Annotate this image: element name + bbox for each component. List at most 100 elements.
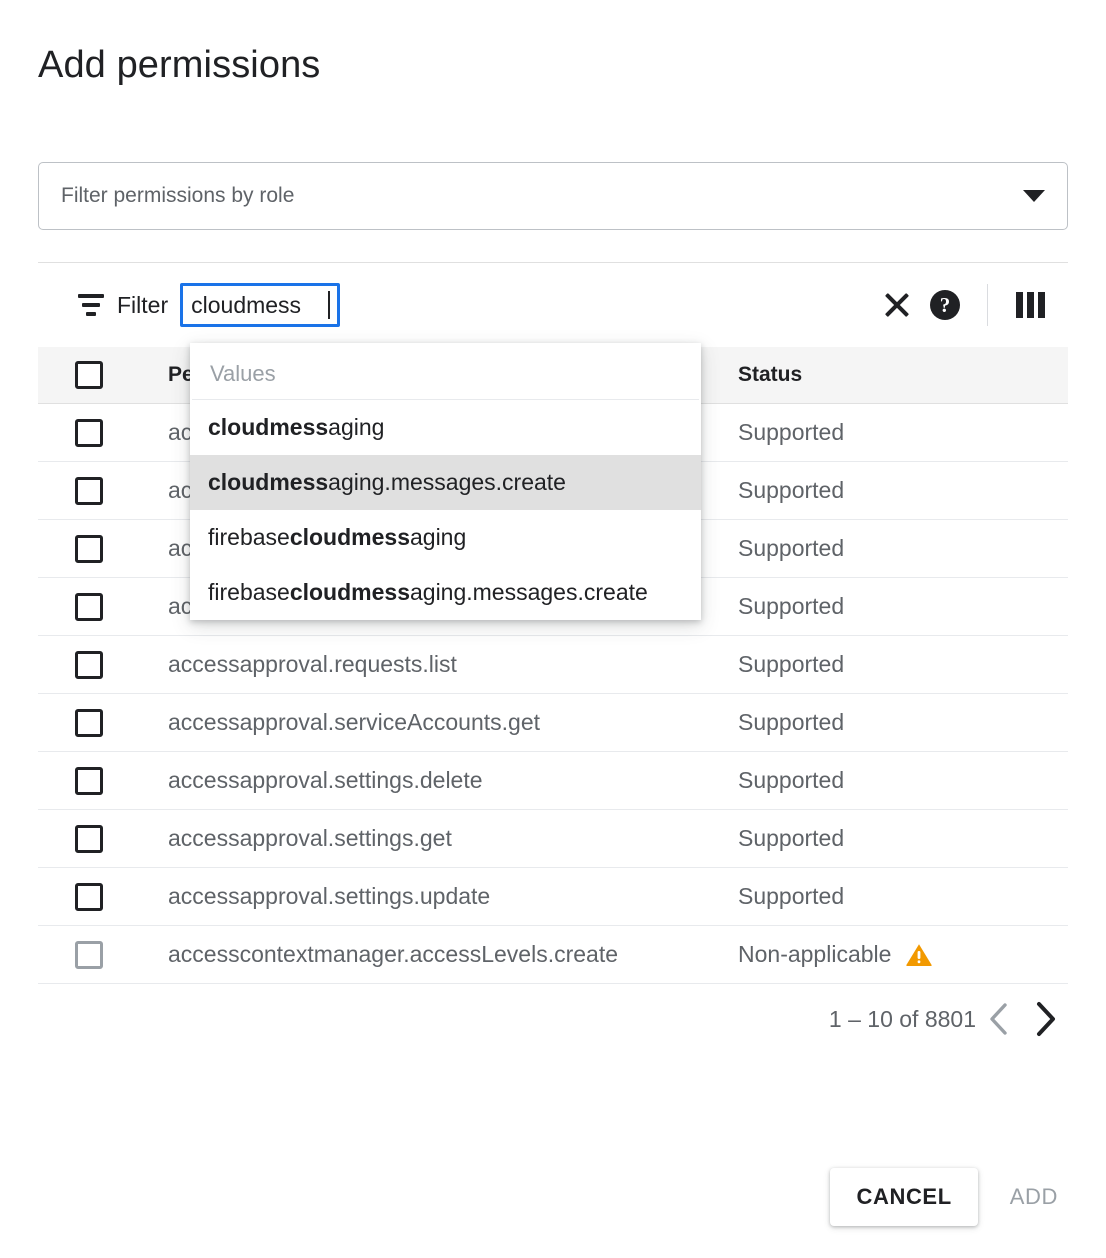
row-checkbox-cell xyxy=(38,709,168,737)
row-checkbox[interactable] xyxy=(75,419,103,447)
row-checkbox-cell xyxy=(38,941,168,969)
chevron-left-icon xyxy=(986,1002,1012,1036)
row-checkbox-cell xyxy=(38,593,168,621)
status-label: Supported xyxy=(738,535,844,562)
table-row[interactable]: accesscontextmanager.accessLevels.create… xyxy=(38,926,1068,984)
permission-name: accessapproval.settings.get xyxy=(168,825,738,852)
previous-page-button[interactable] xyxy=(976,996,1022,1042)
row-checkbox[interactable] xyxy=(75,709,103,737)
select-all-cell xyxy=(38,361,168,389)
filter-toolbar: Filter ? xyxy=(38,263,1068,347)
autocomplete-item-rest: aging.messages.create xyxy=(328,469,566,495)
status-cell: Supported xyxy=(738,709,1068,736)
table-row[interactable]: accessapproval.settings.getSupported xyxy=(38,810,1068,868)
status-cell: Supported xyxy=(738,825,1068,852)
next-page-button[interactable] xyxy=(1022,996,1068,1042)
row-checkbox-cell xyxy=(38,477,168,505)
status-cell: Non-applicable xyxy=(738,941,1068,968)
autocomplete-dropdown: Values cloudmessagingcloudmessaging.mess… xyxy=(190,343,701,620)
clear-filter-button[interactable] xyxy=(873,281,921,329)
toolbar-separator xyxy=(987,284,988,326)
row-checkbox[interactable] xyxy=(75,477,103,505)
status-cell: Supported xyxy=(738,651,1068,678)
row-checkbox-cell xyxy=(38,825,168,853)
autocomplete-item-rest: aging xyxy=(328,414,384,440)
autocomplete-item[interactable]: firebasecloudmessaging.messages.create xyxy=(190,565,701,620)
autocomplete-item-match: cloudmess xyxy=(208,414,328,440)
status-cell: Supported xyxy=(738,767,1068,794)
column-settings-button[interactable] xyxy=(1006,281,1054,329)
status-cell: Supported xyxy=(738,477,1068,504)
status-label: Supported xyxy=(738,477,844,504)
column-settings-icon xyxy=(1016,292,1045,318)
cancel-button[interactable]: CANCEL xyxy=(830,1168,977,1226)
permission-name: accessapproval.serviceAccounts.get xyxy=(168,709,738,736)
select-all-checkbox[interactable] xyxy=(75,361,103,389)
autocomplete-item[interactable]: firebasecloudmessaging xyxy=(190,510,701,565)
row-checkbox[interactable] xyxy=(75,651,103,679)
autocomplete-item-rest: aging.messages.create xyxy=(410,579,648,605)
table-row[interactable]: accessapproval.settings.updateSupported xyxy=(38,868,1068,926)
table-row[interactable]: accessapproval.settings.deleteSupported xyxy=(38,752,1068,810)
role-filter-select[interactable]: Filter permissions by role xyxy=(38,162,1068,230)
row-checkbox[interactable] xyxy=(75,535,103,563)
status-cell: Supported xyxy=(738,535,1068,562)
add-button[interactable]: ADD xyxy=(1000,1168,1068,1226)
autocomplete-item-match: cloudmess xyxy=(290,524,410,550)
table-row[interactable]: accessapproval.serviceAccounts.getSuppor… xyxy=(38,694,1068,752)
autocomplete-item[interactable]: cloudmessaging.messages.create xyxy=(190,455,701,510)
status-label: Non-applicable xyxy=(738,941,891,968)
page-range-label: 1 – 10 of 8801 xyxy=(829,1006,976,1033)
row-checkbox-cell xyxy=(38,535,168,563)
autocomplete-header: Values xyxy=(192,347,699,400)
pagination: 1 – 10 of 8801 xyxy=(38,993,1068,1045)
status-cell: Supported xyxy=(738,419,1068,446)
permission-name: accessapproval.settings.update xyxy=(168,883,738,910)
row-checkbox-cell xyxy=(38,883,168,911)
row-checkbox-cell xyxy=(38,651,168,679)
autocomplete-item-match: cloudmess xyxy=(208,469,328,495)
search-input[interactable] xyxy=(180,283,340,327)
status-cell: Supported xyxy=(738,593,1068,620)
page-title: Add permissions xyxy=(38,40,320,90)
status-label: Supported xyxy=(738,825,844,852)
dialog-footer: CANCEL ADD xyxy=(830,1168,1068,1226)
permission-name: accessapproval.requests.list xyxy=(168,651,738,678)
warning-icon xyxy=(905,942,933,967)
row-checkbox[interactable] xyxy=(75,883,103,911)
role-filter-placeholder: Filter permissions by role xyxy=(61,184,1023,208)
row-checkbox[interactable] xyxy=(75,767,103,795)
autocomplete-item[interactable]: cloudmessaging xyxy=(190,400,701,455)
chevron-down-icon xyxy=(1023,190,1045,202)
permission-name: accesscontextmanager.accessLevels.create xyxy=(168,941,738,968)
autocomplete-list: cloudmessagingcloudmessaging.messages.cr… xyxy=(190,400,701,620)
autocomplete-item-prefix: firebase xyxy=(208,524,290,550)
row-checkbox[interactable] xyxy=(75,825,103,853)
help-button[interactable]: ? xyxy=(921,281,969,329)
status-label: Supported xyxy=(738,593,844,620)
filter-list-icon[interactable] xyxy=(78,294,104,316)
chevron-right-icon xyxy=(1031,1001,1059,1037)
row-checkbox[interactable] xyxy=(75,593,103,621)
help-icon: ? xyxy=(930,290,960,320)
table-row[interactable]: accessapproval.requests.listSupported xyxy=(38,636,1068,694)
row-checkbox-cell xyxy=(38,419,168,447)
column-header-status[interactable]: Status xyxy=(738,363,1068,387)
close-icon xyxy=(882,290,912,320)
status-label: Supported xyxy=(738,651,844,678)
status-label: Supported xyxy=(738,709,844,736)
autocomplete-item-match: cloudmess xyxy=(290,579,410,605)
row-checkbox xyxy=(75,941,103,969)
status-label: Supported xyxy=(738,767,844,794)
status-cell: Supported xyxy=(738,883,1068,910)
status-label: Supported xyxy=(738,883,844,910)
permission-name: accessapproval.settings.delete xyxy=(168,767,738,794)
status-label: Supported xyxy=(738,419,844,446)
text-cursor xyxy=(328,291,330,319)
autocomplete-item-rest: aging xyxy=(410,524,466,550)
filter-input-wrapper xyxy=(180,283,340,327)
row-checkbox-cell xyxy=(38,767,168,795)
add-permissions-dialog: Add permissions Filter permissions by ro… xyxy=(0,0,1106,1258)
autocomplete-item-prefix: firebase xyxy=(208,579,290,605)
toolbar-actions: ? xyxy=(873,263,1068,347)
